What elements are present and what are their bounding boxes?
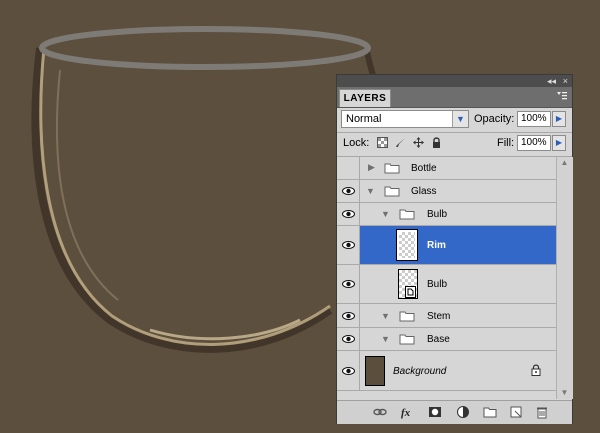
layer-name: Bulb	[427, 279, 448, 290]
layer-thumbnail[interactable]	[396, 229, 418, 261]
opacity-label: Opacity:	[474, 113, 515, 125]
panel-tab-row: LAYERS	[337, 87, 572, 108]
fill-input[interactable]: 100%	[517, 135, 551, 151]
close-panel-icon[interactable]: ×	[563, 75, 568, 87]
layer-row-rim[interactable]: Rim	[337, 226, 556, 265]
layer-row-glass[interactable]: ▼ Glass	[337, 180, 556, 203]
mask-icon[interactable]	[428, 405, 442, 419]
layer-name: Bulb	[427, 209, 448, 220]
chevron-down-icon[interactable]: ▼	[452, 111, 468, 127]
eye-icon[interactable]	[337, 226, 360, 264]
lock-icon	[531, 364, 541, 376]
adjustment-icon[interactable]	[456, 405, 470, 419]
layers-list: ▶ Bottle ▼ Glass ▼ Bulb Rim Bulb ▼ Stem …	[337, 157, 556, 399]
new-layer-icon[interactable]	[509, 405, 523, 419]
collapse-triangle-icon[interactable]: ▼	[381, 334, 390, 344]
panel-menu-icon[interactable]	[556, 91, 568, 103]
trash-icon[interactable]	[535, 405, 549, 419]
opacity-input[interactable]: 100%	[517, 111, 551, 127]
layer-row-bulb[interactable]: Bulb	[337, 265, 556, 304]
svg-text:fx: fx	[401, 407, 411, 419]
eye-icon[interactable]	[337, 203, 360, 225]
layer-name: Base	[427, 334, 450, 345]
collapse-triangle-icon[interactable]: ▼	[366, 186, 375, 196]
lock-position-icon[interactable]	[413, 137, 424, 148]
layers-panel: ◂◂ × LAYERS Normal ▼ Opacity: 100% ▶ Loc…	[336, 74, 573, 424]
layer-name: Glass	[411, 186, 437, 197]
fx-icon[interactable]: fx	[401, 405, 415, 419]
fill-slider-arrow-icon[interactable]: ▶	[552, 135, 566, 151]
expand-triangle-icon[interactable]: ▶	[368, 162, 375, 173]
layer-name: Bottle	[411, 163, 437, 174]
layers-scrollbar[interactable]: ▲ ▼	[556, 157, 573, 399]
layer-row-background[interactable]: Background	[337, 351, 556, 391]
eye-icon[interactable]	[337, 304, 360, 327]
folder-icon	[399, 311, 415, 322]
eye-icon[interactable]	[337, 265, 360, 303]
blend-mode-value: Normal	[346, 113, 382, 125]
blend-mode-select[interactable]: Normal ▼	[341, 110, 469, 128]
lock-label: Lock:	[343, 137, 370, 149]
layer-name: Stem	[427, 311, 451, 322]
layer-row-bulb-group[interactable]: ▼ Bulb	[337, 203, 556, 226]
layer-row-base[interactable]: ▼ Base	[337, 328, 556, 351]
layer-name: Background	[393, 366, 447, 377]
scroll-up-icon[interactable]: ▲	[558, 157, 571, 169]
blend-opacity-row: Normal ▼ Opacity: 100% ▶	[337, 108, 572, 132]
folder-icon	[384, 186, 400, 197]
fill-label: Fill:	[497, 137, 515, 149]
eye-icon[interactable]	[337, 328, 360, 350]
link-icon[interactable]	[373, 405, 387, 419]
lock-transparency-icon[interactable]	[377, 137, 388, 148]
collapse-triangle-icon[interactable]: ▼	[381, 209, 390, 219]
scroll-down-icon[interactable]: ▼	[558, 387, 571, 399]
eye-icon[interactable]	[337, 351, 360, 390]
layer-name: Rim	[427, 240, 446, 251]
layer-row-stem[interactable]: ▼ Stem	[337, 304, 556, 328]
lock-fill-row: Lock: Fill: 100% ▶	[337, 132, 572, 156]
layers-bottom-toolbar: fx	[337, 400, 572, 424]
folder-icon	[384, 163, 400, 174]
tab-layers[interactable]: LAYERS	[339, 89, 391, 107]
visibility-toggle-empty[interactable]	[337, 157, 360, 179]
collapse-triangle-icon[interactable]: ▼	[381, 311, 390, 321]
folder-icon	[399, 209, 415, 220]
new-group-icon[interactable]	[483, 405, 497, 419]
layer-thumbnail[interactable]	[365, 356, 385, 386]
lock-all-icon[interactable]	[431, 137, 442, 148]
eye-icon[interactable]	[337, 180, 360, 202]
collapse-panel-icon[interactable]: ◂◂	[547, 75, 556, 87]
opacity-slider-arrow-icon[interactable]: ▶	[552, 111, 566, 127]
folder-icon	[399, 334, 415, 345]
layer-row-bottle[interactable]: ▶ Bottle	[337, 157, 556, 180]
lock-pixels-icon[interactable]	[395, 137, 406, 148]
smart-object-icon	[405, 286, 416, 298]
